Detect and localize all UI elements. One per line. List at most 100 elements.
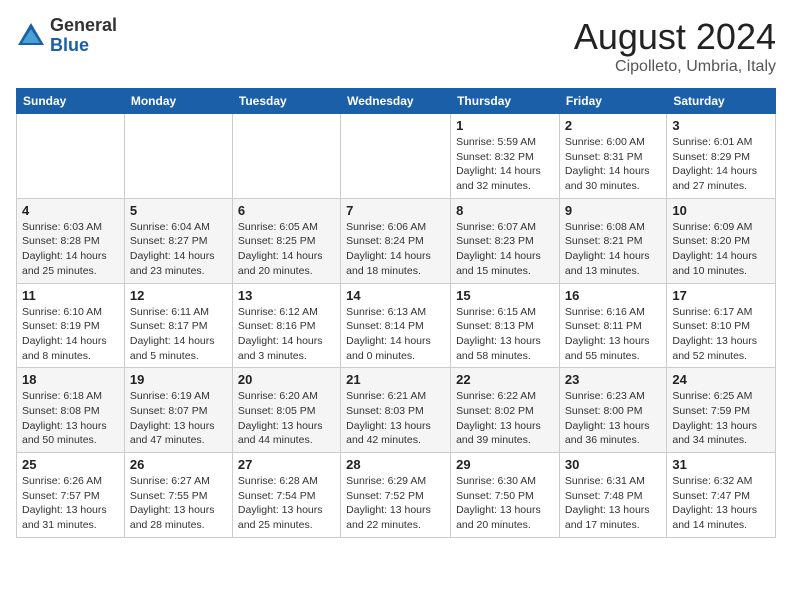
day-number: 14 — [346, 288, 445, 303]
logo-general-text: General — [50, 16, 117, 36]
calendar-cell: 5 Sunrise: 6:04 AMSunset: 8:27 PMDaylight… — [124, 198, 232, 283]
calendar-cell: 3 Sunrise: 6:01 AMSunset: 8:29 PMDaylight… — [667, 114, 776, 199]
calendar-cell — [17, 114, 125, 199]
day-info: Sunrise: 6:25 AMSunset: 7:59 PMDaylight:… — [672, 389, 770, 448]
day-number: 16 — [565, 288, 661, 303]
title-block: August 2024 Cipolleto, Umbria, Italy — [574, 16, 776, 76]
day-number: 4 — [22, 203, 119, 218]
calendar-cell: 22 Sunrise: 6:22 AMSunset: 8:02 PMDayligh… — [451, 368, 560, 453]
calendar-cell: 11 Sunrise: 6:10 AMSunset: 8:19 PMDayligh… — [17, 283, 125, 368]
day-info: Sunrise: 6:21 AMSunset: 8:03 PMDaylight:… — [346, 389, 445, 448]
calendar-day-header: Tuesday — [232, 89, 340, 114]
calendar-week-row: 25Sunrise: 6:26 AMSunset: 7:57 PMDayligh… — [17, 453, 776, 538]
logo-icon — [16, 21, 46, 51]
calendar-cell: 21 Sunrise: 6:21 AMSunset: 8:03 PMDayligh… — [341, 368, 451, 453]
calendar-cell: 18Sunrise: 6:18 AMSunset: 8:08 PMDayligh… — [17, 368, 125, 453]
day-info: Sunrise: 6:28 AMSunset: 7:54 PMDaylight:… — [238, 474, 335, 533]
day-number: 13 — [238, 288, 335, 303]
day-number: 3 — [672, 118, 770, 133]
calendar-cell: 9Sunrise: 6:08 AMSunset: 8:21 PMDaylight… — [559, 198, 666, 283]
calendar-day-header: Sunday — [17, 89, 125, 114]
day-info: Sunrise: 6:15 AMSunset: 8:13 PMDaylight:… — [456, 305, 554, 364]
calendar-week-row: 4 Sunrise: 6:03 AMSunset: 8:28 PMDaylight… — [17, 198, 776, 283]
calendar-cell: 7 Sunrise: 6:06 AMSunset: 8:24 PMDaylight… — [341, 198, 451, 283]
day-info: Sunrise: 6:26 AMSunset: 7:57 PMDaylight:… — [22, 474, 119, 533]
calendar-cell: 30 Sunrise: 6:31 AMSunset: 7:48 PMDayligh… — [559, 453, 666, 538]
day-info: Sunrise: 6:13 AMSunset: 8:14 PMDaylight:… — [346, 305, 445, 364]
calendar-cell: 17 Sunrise: 6:17 AMSunset: 8:10 PMDayligh… — [667, 283, 776, 368]
day-info: Sunrise: 6:31 AMSunset: 7:48 PMDaylight:… — [565, 474, 661, 533]
day-number: 1 — [456, 118, 554, 133]
day-number: 2 — [565, 118, 661, 133]
day-number: 9 — [565, 203, 661, 218]
day-info: Sunrise: 6:04 AMSunset: 8:27 PMDaylight:… — [130, 220, 227, 279]
calendar-table: SundayMondayTuesdayWednesdayThursdayFrid… — [16, 88, 776, 538]
day-number: 10 — [672, 203, 770, 218]
calendar-cell: 25Sunrise: 6:26 AMSunset: 7:57 PMDayligh… — [17, 453, 125, 538]
calendar-cell: 14 Sunrise: 6:13 AMSunset: 8:14 PMDayligh… — [341, 283, 451, 368]
day-number: 24 — [672, 372, 770, 387]
day-info: Sunrise: 6:23 AMSunset: 8:00 PMDaylight:… — [565, 389, 661, 448]
calendar-cell: 6 Sunrise: 6:05 AMSunset: 8:25 PMDaylight… — [232, 198, 340, 283]
day-info: Sunrise: 6:01 AMSunset: 8:29 PMDaylight:… — [672, 135, 770, 194]
day-number: 30 — [565, 457, 661, 472]
day-info: Sunrise: 6:18 AMSunset: 8:08 PMDaylight:… — [22, 389, 119, 448]
day-info: Sunrise: 6:30 AMSunset: 7:50 PMDaylight:… — [456, 474, 554, 533]
calendar-header-row: SundayMondayTuesdayWednesdayThursdayFrid… — [17, 89, 776, 114]
day-number: 5 — [130, 203, 227, 218]
day-number: 19 — [130, 372, 227, 387]
calendar-cell — [341, 114, 451, 199]
day-info: Sunrise: 6:27 AMSunset: 7:55 PMDaylight:… — [130, 474, 227, 533]
day-info: Sunrise: 6:22 AMSunset: 8:02 PMDaylight:… — [456, 389, 554, 448]
calendar-cell: 19Sunrise: 6:19 AMSunset: 8:07 PMDayligh… — [124, 368, 232, 453]
calendar-cell: 24 Sunrise: 6:25 AMSunset: 7:59 PMDayligh… — [667, 368, 776, 453]
day-info: Sunrise: 6:05 AMSunset: 8:25 PMDaylight:… — [238, 220, 335, 279]
calendar-cell: 31 Sunrise: 6:32 AMSunset: 7:47 PMDayligh… — [667, 453, 776, 538]
day-number: 22 — [456, 372, 554, 387]
calendar-day-header: Monday — [124, 89, 232, 114]
calendar-week-row: 11 Sunrise: 6:10 AMSunset: 8:19 PMDayligh… — [17, 283, 776, 368]
day-number: 20 — [238, 372, 335, 387]
calendar-cell — [124, 114, 232, 199]
day-number: 23 — [565, 372, 661, 387]
logo-blue-text: Blue — [50, 36, 117, 56]
calendar-week-row: 1 Sunrise: 5:59 AMSunset: 8:32 PMDaylight… — [17, 114, 776, 199]
day-number: 11 — [22, 288, 119, 303]
logo: General Blue — [16, 16, 117, 56]
day-info: Sunrise: 6:10 AMSunset: 8:19 PMDaylight:… — [22, 305, 119, 364]
calendar-cell: 28Sunrise: 6:29 AMSunset: 7:52 PMDayligh… — [341, 453, 451, 538]
calendar-week-row: 18Sunrise: 6:18 AMSunset: 8:08 PMDayligh… — [17, 368, 776, 453]
calendar-cell: 27Sunrise: 6:28 AMSunset: 7:54 PMDayligh… — [232, 453, 340, 538]
day-number: 31 — [672, 457, 770, 472]
day-info: Sunrise: 6:06 AMSunset: 8:24 PMDaylight:… — [346, 220, 445, 279]
day-number: 29 — [456, 457, 554, 472]
day-info: Sunrise: 6:11 AMSunset: 8:17 PMDaylight:… — [130, 305, 227, 364]
calendar-cell: 8Sunrise: 6:07 AMSunset: 8:23 PMDaylight… — [451, 198, 560, 283]
day-number: 12 — [130, 288, 227, 303]
calendar-cell: 29 Sunrise: 6:30 AMSunset: 7:50 PMDayligh… — [451, 453, 560, 538]
day-info: Sunrise: 6:16 AMSunset: 8:11 PMDaylight:… — [565, 305, 661, 364]
day-info: Sunrise: 6:03 AMSunset: 8:28 PMDaylight:… — [22, 220, 119, 279]
location-text: Cipolleto, Umbria, Italy — [574, 58, 776, 76]
calendar-day-header: Wednesday — [341, 89, 451, 114]
day-info: Sunrise: 6:17 AMSunset: 8:10 PMDaylight:… — [672, 305, 770, 364]
day-info: Sunrise: 6:20 AMSunset: 8:05 PMDaylight:… — [238, 389, 335, 448]
calendar-day-header: Thursday — [451, 89, 560, 114]
calendar-cell: 20 Sunrise: 6:20 AMSunset: 8:05 PMDayligh… — [232, 368, 340, 453]
calendar-cell: 26Sunrise: 6:27 AMSunset: 7:55 PMDayligh… — [124, 453, 232, 538]
day-number: 28 — [346, 457, 445, 472]
day-number: 6 — [238, 203, 335, 218]
day-info: Sunrise: 6:00 AMSunset: 8:31 PMDaylight:… — [565, 135, 661, 194]
calendar-cell: 15 Sunrise: 6:15 AMSunset: 8:13 PMDayligh… — [451, 283, 560, 368]
day-number: 17 — [672, 288, 770, 303]
calendar-cell: 12 Sunrise: 6:11 AMSunset: 8:17 PMDayligh… — [124, 283, 232, 368]
calendar-cell: 1 Sunrise: 5:59 AMSunset: 8:32 PMDaylight… — [451, 114, 560, 199]
calendar-cell: 2 Sunrise: 6:00 AMSunset: 8:31 PMDaylight… — [559, 114, 666, 199]
day-info: Sunrise: 6:09 AMSunset: 8:20 PMDaylight:… — [672, 220, 770, 279]
day-number: 21 — [346, 372, 445, 387]
day-number: 15 — [456, 288, 554, 303]
day-info: Sunrise: 6:32 AMSunset: 7:47 PMDaylight:… — [672, 474, 770, 533]
calendar-day-header: Saturday — [667, 89, 776, 114]
day-number: 7 — [346, 203, 445, 218]
day-info: Sunrise: 5:59 AMSunset: 8:32 PMDaylight:… — [456, 135, 554, 194]
